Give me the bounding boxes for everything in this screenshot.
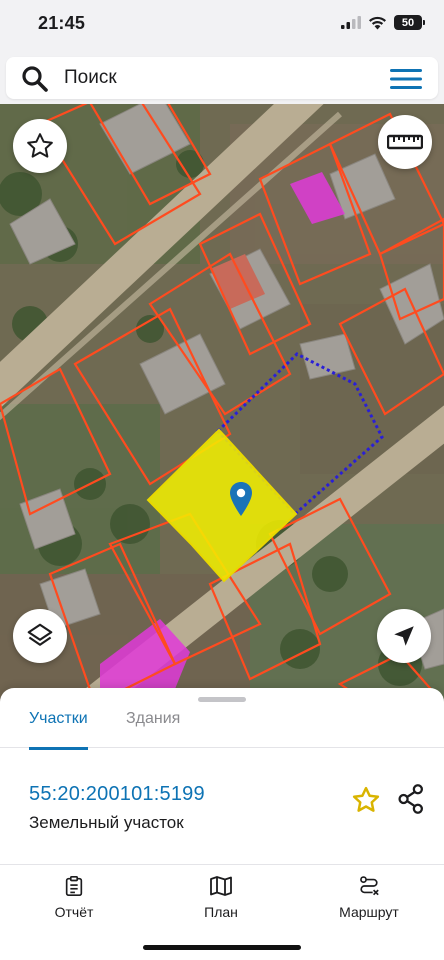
- star-icon[interactable]: [351, 785, 381, 815]
- layers-icon: [27, 623, 53, 646]
- cellular-signal-icon: [341, 16, 361, 29]
- nav-route[interactable]: Маршрут: [314, 875, 424, 920]
- status-icons: 50: [341, 15, 425, 30]
- search-input[interactable]: [64, 66, 364, 90]
- status-time: 21:45: [38, 13, 86, 33]
- cadastral-number[interactable]: 55:20:200101:5199: [29, 783, 205, 806]
- search-box[interactable]: [6, 57, 438, 99]
- search-icon[interactable]: [20, 64, 50, 94]
- bottom-sheet: Участки Здания 55:20:200101:5199 Земельн…: [0, 688, 444, 960]
- favorite-button[interactable]: [13, 119, 67, 173]
- nav-report[interactable]: Отчёт: [19, 875, 129, 920]
- parcel-card[interactable]: 55:20:200101:5199 Земельный участок: [0, 749, 444, 864]
- nav-report-label: Отчёт: [54, 904, 94, 920]
- tab-parcels[interactable]: Участки: [29, 710, 88, 750]
- location-pin-icon[interactable]: [229, 481, 253, 517]
- satellite-map[interactable]: [0, 104, 444, 704]
- navigation-arrow-icon: [394, 626, 414, 646]
- layers-button[interactable]: [13, 609, 67, 663]
- nav-plan[interactable]: План: [166, 875, 276, 920]
- battery-icon: 50: [394, 15, 425, 30]
- battery-level: 50: [401, 16, 415, 29]
- menu-icon[interactable]: [390, 68, 422, 90]
- home-indicator: [143, 945, 301, 950]
- share-icon[interactable]: [397, 783, 425, 815]
- wifi-icon: [369, 16, 386, 29]
- star-outline-icon: [27, 133, 53, 158]
- clipboard-icon: [65, 876, 83, 896]
- map-icon: [210, 876, 232, 896]
- tab-buildings[interactable]: Здания: [126, 710, 180, 748]
- nav-route-label: Маршрут: [339, 904, 399, 920]
- nav-plan-label: План: [204, 904, 238, 920]
- measure-button[interactable]: [378, 115, 432, 169]
- map-view[interactable]: [0, 104, 444, 704]
- my-location-button[interactable]: [377, 609, 431, 663]
- tab-bar: Участки Здания: [0, 702, 444, 750]
- search-bar: [0, 50, 444, 104]
- parcel-type: Земельный участок: [29, 813, 184, 832]
- status-bar: 21:45 50: [0, 0, 444, 50]
- ruler-icon: [387, 134, 423, 150]
- route-icon: [360, 876, 379, 896]
